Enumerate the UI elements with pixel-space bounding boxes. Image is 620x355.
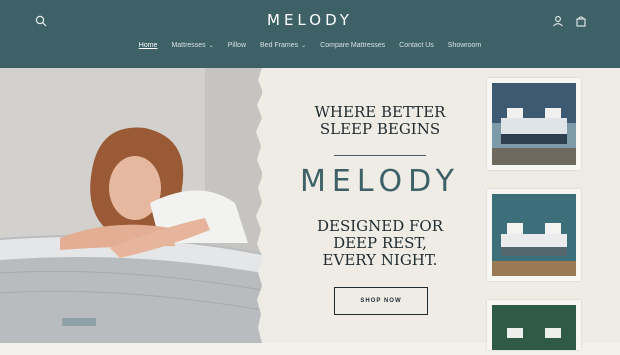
user-icon[interactable] [552,14,564,32]
bedroom-photo-2 [487,189,581,281]
chevron-down-icon: ⌄ [208,43,214,49]
nav-mattresses[interactable]: Mattresses ⌄ [171,42,213,49]
hero-banner: WHERE BETTER SLEEP BEGINS MELODY DESIGNE… [0,68,620,350]
main-nav: Home Mattresses ⌄ Pillow Bed Frames ⌄ Comp… [0,42,620,49]
bedroom-photo-1 [487,78,581,170]
hero-photo-woman-on-mattress [0,68,262,343]
bag-icon[interactable] [575,14,587,32]
nav-pillow[interactable]: Pillow [228,42,246,49]
nav-home[interactable]: Home [139,42,158,49]
hero-subheadline: DESIGNED FOR DEEP REST, EVERY NIGHT. [316,217,444,269]
nav-showroom[interactable]: Showroom [448,42,481,49]
brand-logo-large: MELODY [300,164,460,199]
site-header: MELODY Home Mattresses ⌄ Pillow Bed Frame… [0,0,620,68]
hero-headline: WHERE BETTER SLEEP BEGINS [314,103,446,138]
chevron-down-icon: ⌄ [301,43,307,49]
shop-now-button[interactable]: SHOP NOW [334,287,428,315]
nav-compare-mattresses[interactable]: Compare Mattresses [320,42,385,49]
divider [334,155,426,156]
nav-contact-us[interactable]: Contact Us [399,42,434,49]
nav-bed-frames[interactable]: Bed Frames ⌄ [260,42,306,49]
site-logo[interactable]: MELODY [0,11,620,29]
